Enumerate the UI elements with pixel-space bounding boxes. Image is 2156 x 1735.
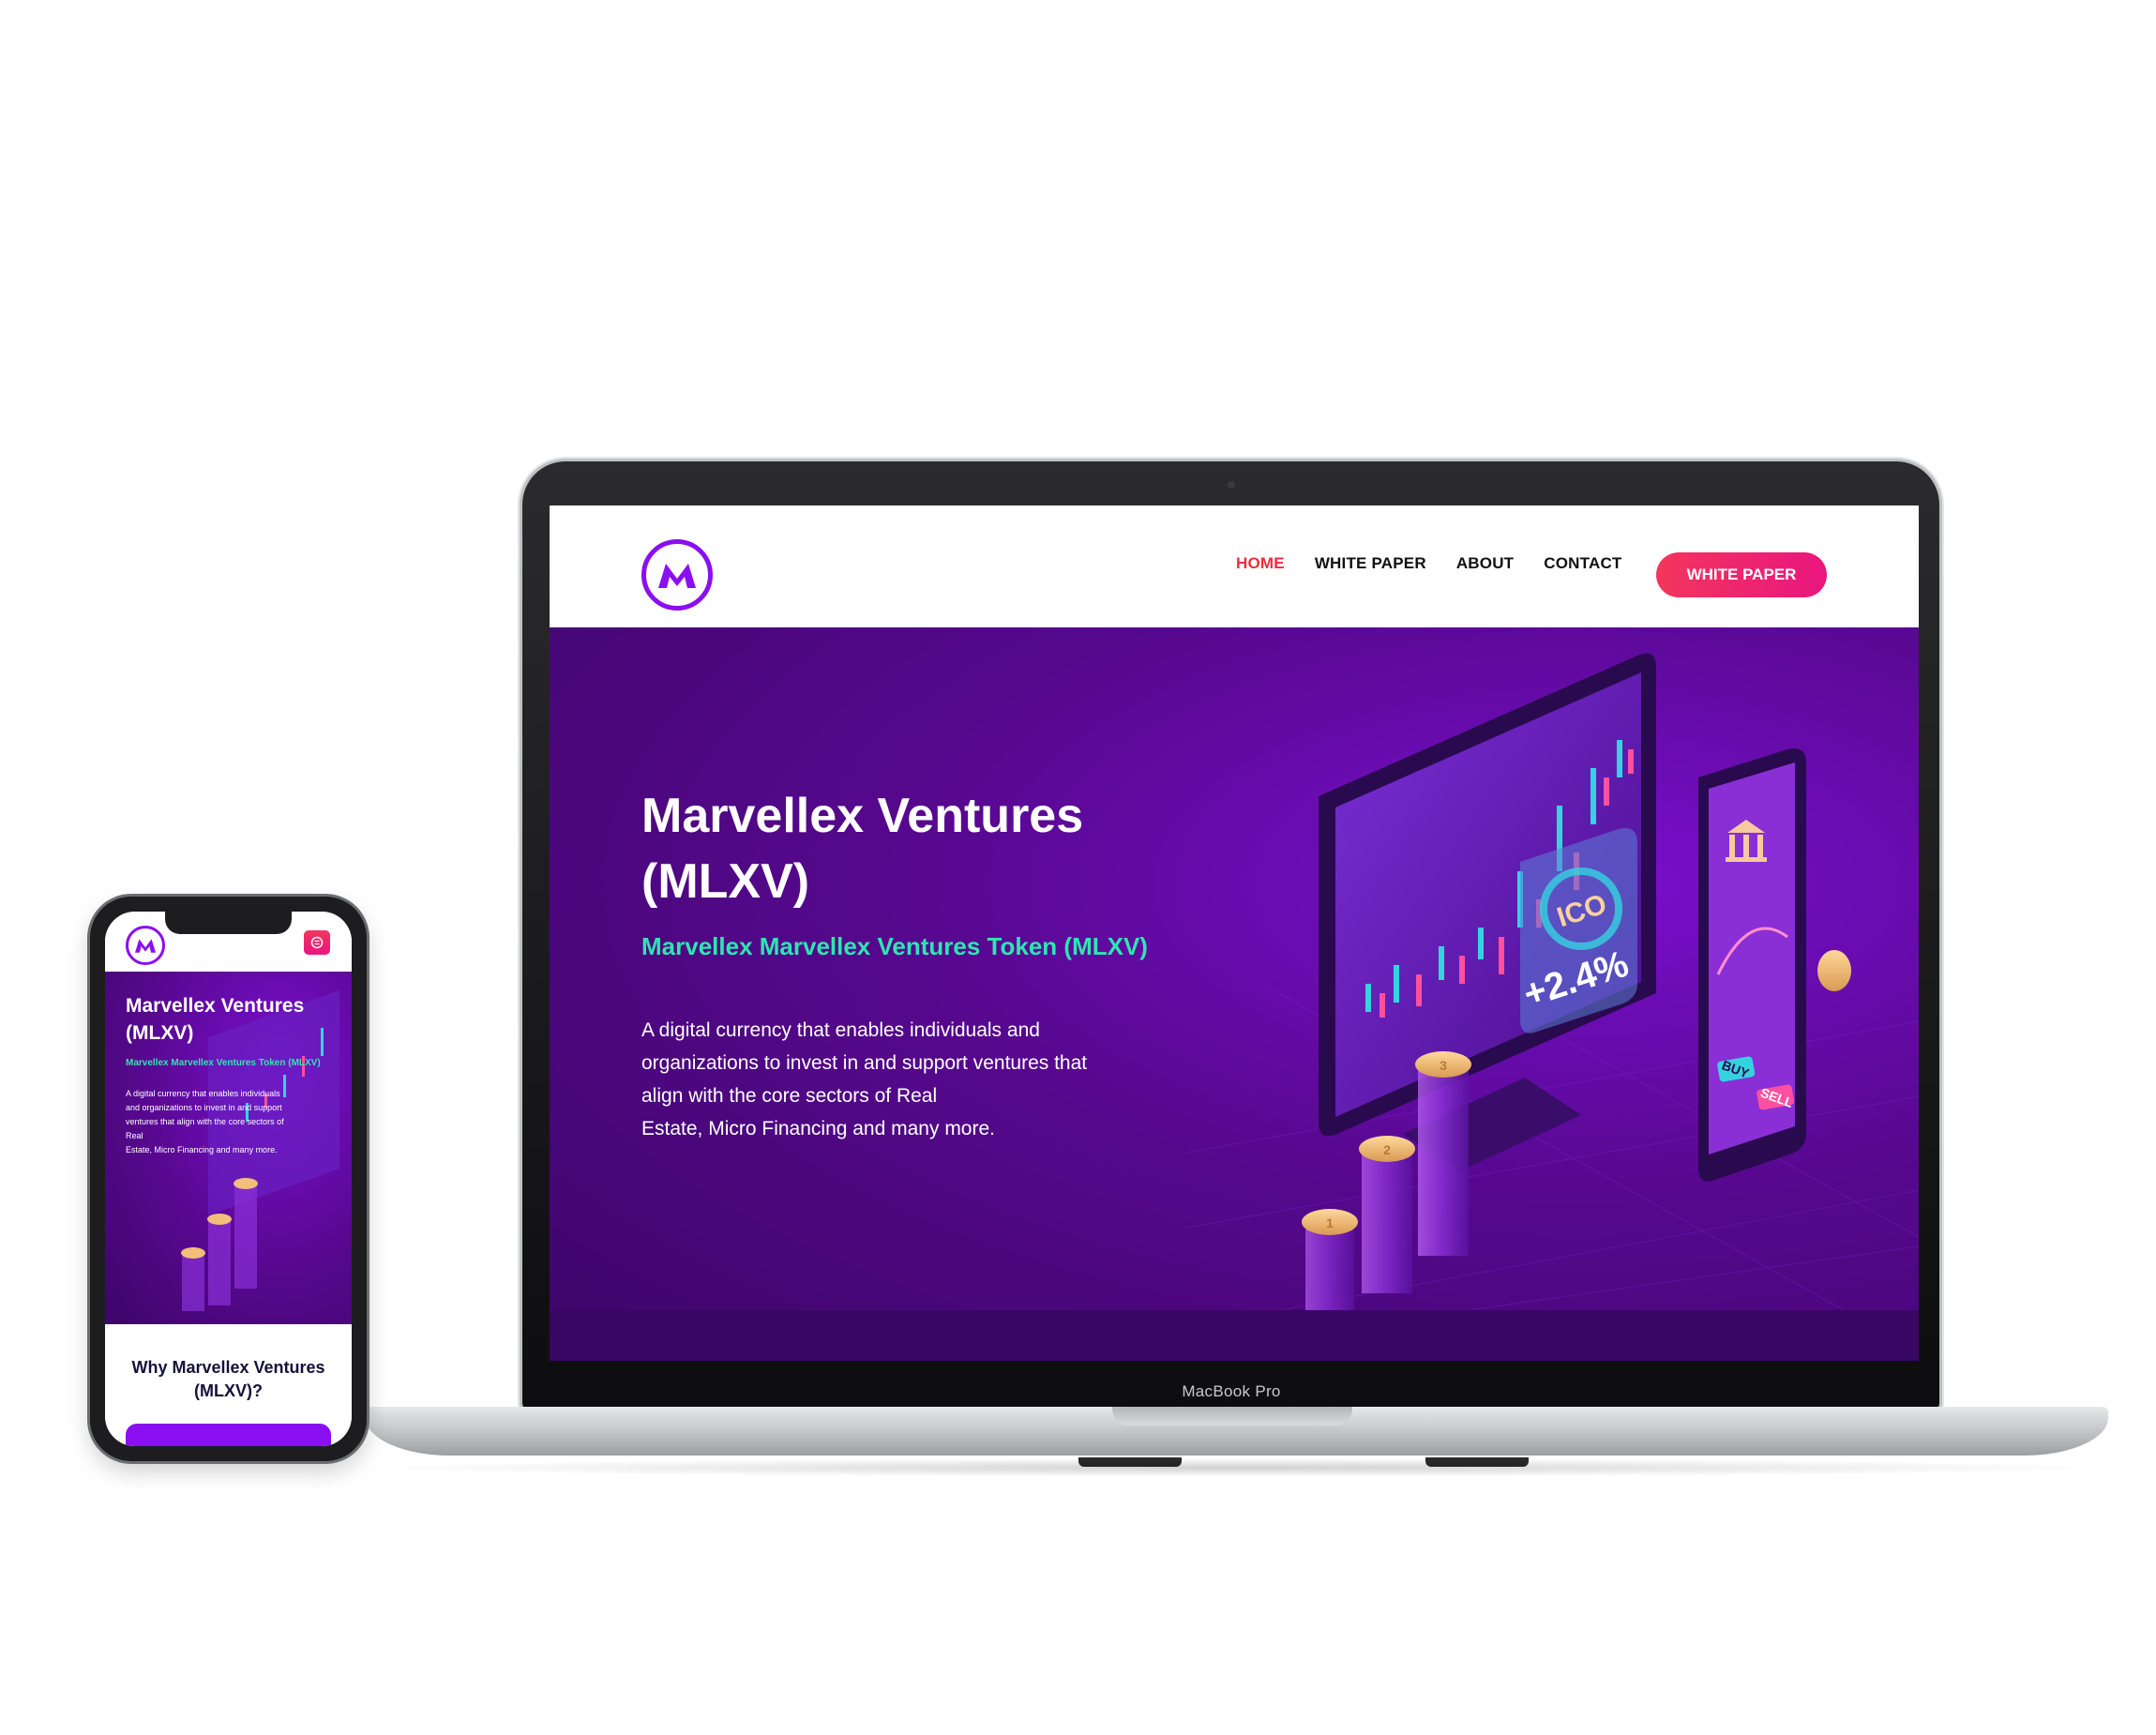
mobile-hero-title: Marvellex Ventures (MLXV): [126, 995, 305, 1044]
hero-subtitle: Marvellex Marvellex Ventures Token (MLXV…: [641, 932, 1148, 960]
webcam: [1228, 481, 1235, 489]
hero-section: Marvellex Ventures (MLXV) Marvellex Marv…: [550, 627, 1919, 1361]
svg-text:1: 1: [1326, 1215, 1334, 1230]
logo-m-icon: [658, 564, 696, 588]
nav-home[interactable]: HOME: [1236, 554, 1285, 573]
coin-icon: [1817, 950, 1851, 991]
hamburger-menu-icon: [310, 936, 324, 949]
laptop-screen: HOME WHITE PAPER ABOUT CONTACT WHITE PAP…: [550, 505, 1919, 1361]
hero-bottom-band: [550, 1310, 1919, 1361]
mobile-hero-subtitle: Marvellex Marvellex Ventures Token (MLXV…: [126, 1058, 321, 1068]
mobile-section-button[interactable]: [126, 1424, 331, 1446]
ico-badge: ICO +2.4%: [1518, 828, 1637, 1033]
laptop-model-label: MacBook Pro: [1182, 1382, 1281, 1400]
nav-about[interactable]: ABOUT: [1456, 554, 1514, 573]
svg-text:2: 2: [1383, 1142, 1391, 1157]
nav-contact[interactable]: CONTACT: [1544, 554, 1621, 573]
laptop-mockup: HOME WHITE PAPER ABOUT CONTACT WHITE PAP…: [0, 0, 2156, 1735]
nav-links: HOME WHITE PAPER ABOUT CONTACT: [1236, 554, 1622, 573]
nav-white-paper[interactable]: WHITE PAPER: [1315, 554, 1426, 573]
mobile-brand-logo[interactable]: [126, 926, 165, 965]
brand-logo[interactable]: [641, 539, 713, 611]
laptop-shadow: [356, 1458, 2119, 1477]
hamburger-menu-button[interactable]: [304, 930, 330, 955]
white-paper-button[interactable]: WHITE PAPER: [1656, 552, 1827, 597]
mobile-hero-description: A digital currency that enables individu…: [126, 1089, 284, 1154]
why-section: Why Marvellex Ventures (MLXV)?: [105, 1324, 352, 1446]
phone-notch: [165, 912, 292, 934]
phone-illustration: BUY SELL: [1698, 748, 1806, 1182]
site-navbar: HOME WHITE PAPER ABOUT CONTACT WHITE PAP…: [550, 505, 1919, 627]
laptop-lid-notch: [1112, 1407, 1352, 1426]
why-heading: Why Marvellex Ventures (MLXV)?: [131, 1358, 325, 1400]
hero-illustration: ICO +2.4% BUY SELL 1 2 3: [1187, 653, 1919, 1310]
logo-m-icon: [135, 939, 156, 953]
phone-screen: Marvellex Ventures (MLXV) Marvellex Marv…: [105, 912, 352, 1446]
hero-description: A digital currency that enables individu…: [641, 1019, 1088, 1139]
hero-title: Marvellex Ventures (MLXV): [641, 789, 1084, 909]
svg-text:3: 3: [1440, 1058, 1447, 1073]
